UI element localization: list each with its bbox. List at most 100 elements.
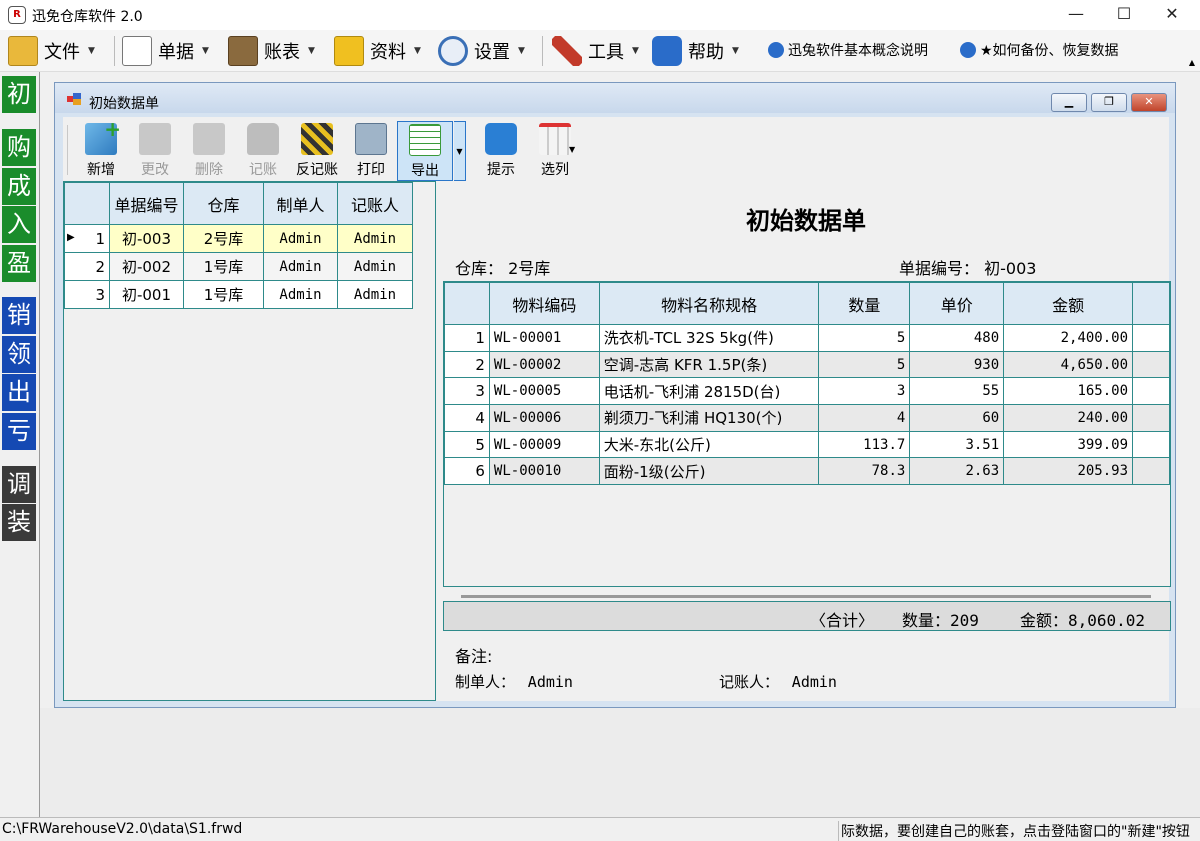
nav-transfer[interactable]: 调: [2, 466, 36, 503]
child-restore-button[interactable]: ❐: [1091, 93, 1127, 112]
gear-icon: [438, 36, 468, 66]
maker-value: Admin: [527, 673, 573, 691]
cell-poster: Admin: [337, 280, 413, 309]
status-hint: 际数据，要创建自己的账套，点击登陆窗口的"新建"按钮: [838, 821, 1200, 841]
row-header: 2: [64, 252, 110, 281]
nav-inbound[interactable]: 入: [2, 206, 36, 243]
child-close-button[interactable]: ✕: [1131, 93, 1167, 112]
toolbar-label: 选列: [541, 162, 569, 178]
link-basic-concepts[interactable]: 迅兔软件基本概念说明: [768, 40, 928, 60]
column-header[interactable]: 物料编码: [488, 282, 600, 325]
add-button[interactable]: + 新增: [73, 117, 129, 181]
menu-settings[interactable]: 设置 ▼: [438, 34, 525, 68]
nav-initial[interactable]: 初: [2, 76, 36, 113]
cell-poster: Admin: [337, 224, 413, 253]
table-row[interactable]: 3 初-001 1号库 Admin Admin: [64, 280, 413, 309]
minimize-button[interactable]: —: [1053, 0, 1099, 30]
maker-label: 制单人：: [455, 673, 516, 691]
horizontal-scrollbar[interactable]: [461, 595, 1151, 598]
menu-file[interactable]: 文件 ▼: [8, 34, 95, 68]
document-icon: [122, 36, 152, 66]
nav-purchase[interactable]: 购: [2, 129, 36, 166]
cell-amount: 205.93: [1003, 457, 1134, 486]
column-header[interactable]: 单据编号: [109, 182, 184, 225]
cell-filler: [1132, 457, 1170, 486]
table-row[interactable]: 2 WL-00002 空调-志高 KFR 1.5P(条) 5 930 4,650…: [444, 350, 1170, 379]
doc-no-value: 初-003: [984, 259, 1037, 278]
cell-doc-no: 初-001: [109, 280, 184, 309]
nav-finished[interactable]: 成: [2, 168, 36, 205]
column-header[interactable]: 单价: [909, 282, 1005, 325]
nav-outbound[interactable]: 出: [2, 374, 36, 411]
toolbar-label: 导出: [411, 163, 439, 179]
menu-help[interactable]: 帮助 ▼: [652, 34, 739, 68]
column-header[interactable]: 物料名称规格: [598, 282, 820, 325]
table-row[interactable]: 1 WL-00001 洗衣机-TCL 32S 5kg(件) 5 480 2,40…: [444, 324, 1170, 352]
menu-label: 文件: [44, 42, 80, 63]
menu-ledger[interactable]: 账表 ▼: [228, 34, 315, 68]
nav-assembly[interactable]: 装: [2, 504, 36, 541]
column-header[interactable]: 制单人: [263, 182, 338, 225]
child-window-body: + 新增 更改 删除 记账 反记账 打印 导出 ▼ 提示 选列 ▼ 单据编号 仓…: [63, 117, 1171, 701]
row-header: 2: [444, 350, 490, 379]
table-row[interactable]: 3 WL-00005 电话机-飞利浦 2815D(台) 3 55 165.00: [444, 377, 1170, 406]
menu-tools[interactable]: 工具 ▼: [552, 34, 639, 68]
chevron-down-icon: ▼: [308, 46, 315, 56]
chevron-down-icon: ▼: [88, 46, 95, 56]
app-title: 迅免仓库软件 2.0: [32, 9, 143, 25]
tools-icon: [552, 36, 582, 66]
cell-code: WL-00010: [488, 457, 600, 486]
column-header[interactable]: 记账人: [337, 182, 413, 225]
nav-loss[interactable]: 亏: [2, 413, 36, 450]
column-header[interactable]: 数量: [818, 282, 911, 325]
close-button[interactable]: ✕: [1149, 0, 1195, 30]
print-button[interactable]: 打印: [343, 121, 399, 181]
detail-grid: 物料编码 物料名称规格 数量 单价 金额 1 WL-00001 洗衣机-TCL: [443, 281, 1171, 587]
toolbar: + 新增 更改 删除 记账 反记账 打印 导出 ▼ 提示 选列 ▼: [63, 117, 1169, 183]
cell-amount: 399.09: [1003, 430, 1134, 459]
column-header-filler: [1132, 282, 1170, 325]
detail-table: 物料编码 物料名称规格 数量 单价 金额 1 WL-00001 洗衣机-TCL: [444, 282, 1170, 486]
menu-documents[interactable]: 单据 ▼: [122, 34, 209, 68]
delete-button[interactable]: 删除: [181, 121, 237, 181]
edit-button[interactable]: 更改: [127, 121, 183, 181]
maximize-button[interactable]: ☐: [1101, 0, 1147, 30]
cell-name: 空调-志高 KFR 1.5P(条): [598, 350, 820, 379]
ie-icon: [768, 42, 784, 58]
doc-no-label: 单据编号：: [899, 259, 980, 278]
column-header[interactable]: 金额: [1003, 282, 1134, 325]
export-dropdown-icon[interactable]: ▼: [454, 121, 466, 181]
nav-sales[interactable]: 销: [2, 297, 36, 334]
table-row[interactable]: 6 WL-00010 面粉-1级(公斤) 78.3 2.63 205.93: [444, 457, 1170, 486]
unpost-button[interactable]: 反记账: [289, 121, 345, 181]
nav-requisition[interactable]: 领: [2, 336, 36, 373]
menu-scroll-up-icon[interactable]: ▲: [1186, 58, 1198, 70]
cell-warehouse: 1号库: [183, 280, 264, 309]
totals-bar: 〈合计〉 数量：209 金额：8,060.02: [443, 601, 1171, 631]
child-minimize-button[interactable]: ▁: [1051, 93, 1087, 112]
cell-maker: Admin: [263, 252, 338, 281]
row-header-corner: [64, 182, 110, 225]
table-row[interactable]: ▶ 1 初-003 2号库 Admin Admin: [64, 224, 413, 253]
cell-amount: 2,400.00: [1003, 324, 1134, 352]
export-button[interactable]: 导出: [397, 121, 453, 181]
table-row[interactable]: 5 WL-00009 大米-东北(公斤) 113.7 3.51 399.09: [444, 430, 1170, 459]
toolbar-label: 删除: [195, 162, 223, 178]
column-header[interactable]: 仓库: [183, 182, 264, 225]
tips-button[interactable]: 提示: [473, 121, 529, 181]
cell-filler: [1132, 430, 1170, 459]
warehouse-label: 仓库：: [455, 259, 504, 278]
post-button[interactable]: 记账: [235, 121, 291, 181]
cell-amount: 4,650.00: [1003, 350, 1134, 379]
nav-surplus[interactable]: 盈: [2, 245, 36, 282]
table-row[interactable]: 2 初-002 1号库 Admin Admin: [64, 252, 413, 281]
columns-dropdown-icon[interactable]: ▼: [569, 145, 575, 154]
link-backup-restore[interactable]: ★如何备份、恢复数据: [960, 40, 1119, 60]
total-amount: 金额：8,060.02: [1020, 611, 1146, 630]
row-header: 3: [64, 280, 110, 309]
table-row[interactable]: 4 WL-00006 剃须刀-飞利浦 HQ130(个) 4 60 240.00: [444, 404, 1170, 432]
columns-icon: [539, 123, 571, 155]
row-header: 6: [444, 457, 490, 486]
menu-data[interactable]: 资料 ▼: [334, 34, 421, 68]
cell-code: WL-00009: [488, 430, 600, 459]
